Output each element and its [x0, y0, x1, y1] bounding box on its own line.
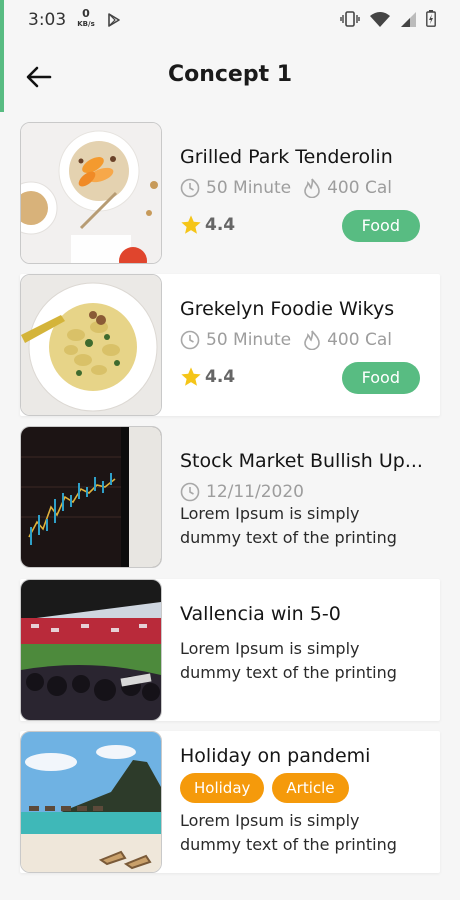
card-calories: 400 Cal — [327, 330, 392, 350]
tag-holiday[interactable]: Holiday — [180, 773, 265, 803]
pasta-plate-image — [20, 274, 162, 416]
card-tags: Holiday Article — [180, 773, 349, 803]
network-speed-unit: KB/s — [77, 20, 95, 28]
card-meta: 12/11/2020 — [180, 482, 304, 502]
card-meta: 50 Minute 400 Cal — [180, 330, 392, 350]
star-icon — [181, 367, 201, 386]
card-description-line: dummy text of the printing — [180, 835, 397, 854]
status-bar: 3:03 0 KB/s — [0, 0, 460, 40]
card-meta: 50 Minute 400 Cal — [180, 178, 392, 198]
list-item[interactable]: Vallencia win 5-0 Lorem Ipsum is simply … — [20, 579, 440, 721]
card-duration: 50 Minute — [206, 178, 292, 198]
flame-icon — [304, 330, 320, 350]
battery-icon — [426, 10, 436, 27]
clock-icon — [180, 178, 200, 198]
tag-article[interactable]: Article — [272, 773, 349, 803]
card-description: Lorem Ipsum is simply dummy text of the … — [180, 502, 397, 550]
network-speed-value: 0 — [82, 7, 90, 20]
category-tag[interactable]: Food — [341, 210, 420, 242]
list-item[interactable]: Holiday on pandemi Holiday Article Lorem… — [20, 731, 440, 873]
stadium-image — [20, 579, 162, 721]
network-speed: 0 KB/s — [75, 7, 97, 29]
vibrate-icon — [340, 10, 360, 27]
card-description: Lorem Ipsum is simply dummy text of the … — [180, 809, 397, 857]
status-icons — [340, 10, 436, 27]
category-tag[interactable]: Food — [341, 362, 420, 394]
card-title: Grekelyn Foodie Wikys — [180, 298, 395, 320]
signal-icon — [401, 11, 416, 27]
card-rating: 4.4 — [180, 366, 235, 388]
card-calories: 400 Cal — [327, 178, 392, 198]
card-description-line: Lorem Ipsum is simply — [180, 811, 360, 830]
card-description: Lorem Ipsum is simply dummy text of the … — [180, 637, 397, 685]
flame-icon — [304, 178, 320, 198]
list-item[interactable]: Grekelyn Foodie Wikys 50 Minute 400 Cal … — [20, 274, 440, 416]
play-store-icon — [108, 13, 120, 27]
card-date: 12/11/2020 — [206, 482, 304, 502]
list-item[interactable]: Stock Market Bullish Up... 12/11/2020 Lo… — [20, 426, 440, 568]
beach-image — [20, 731, 162, 873]
clock-icon — [180, 330, 200, 350]
wifi-icon — [370, 11, 390, 27]
card-description-line: dummy text of the printing — [180, 528, 397, 547]
rating-value: 4.4 — [205, 367, 236, 387]
card-duration: 50 Minute — [206, 330, 292, 350]
card-description-line: Lorem Ipsum is simply — [180, 504, 360, 523]
list-item[interactable]: Grilled Park Tenderolin 50 Minute 400 Ca… — [20, 122, 440, 264]
status-time: 3:03 — [28, 10, 67, 30]
card-rating: 4.4 — [180, 214, 235, 236]
star-icon — [181, 215, 201, 234]
card-title: Grilled Park Tenderolin — [180, 146, 393, 168]
card-title: Holiday on pandemi — [180, 745, 371, 767]
card-description-line: dummy text of the printing — [180, 663, 397, 682]
card-title: Stock Market Bullish Up... — [180, 450, 423, 472]
stock-chart-image — [20, 426, 162, 568]
rating-value: 4.4 — [205, 215, 236, 235]
food-bowl-image — [20, 122, 162, 264]
card-description-line: Lorem Ipsum is simply — [180, 639, 360, 658]
card-title: Vallencia win 5-0 — [180, 603, 341, 625]
app-bar: Concept 1 — [0, 48, 460, 108]
page-title: Concept 1 — [167, 62, 293, 87]
clock-icon — [180, 482, 200, 502]
